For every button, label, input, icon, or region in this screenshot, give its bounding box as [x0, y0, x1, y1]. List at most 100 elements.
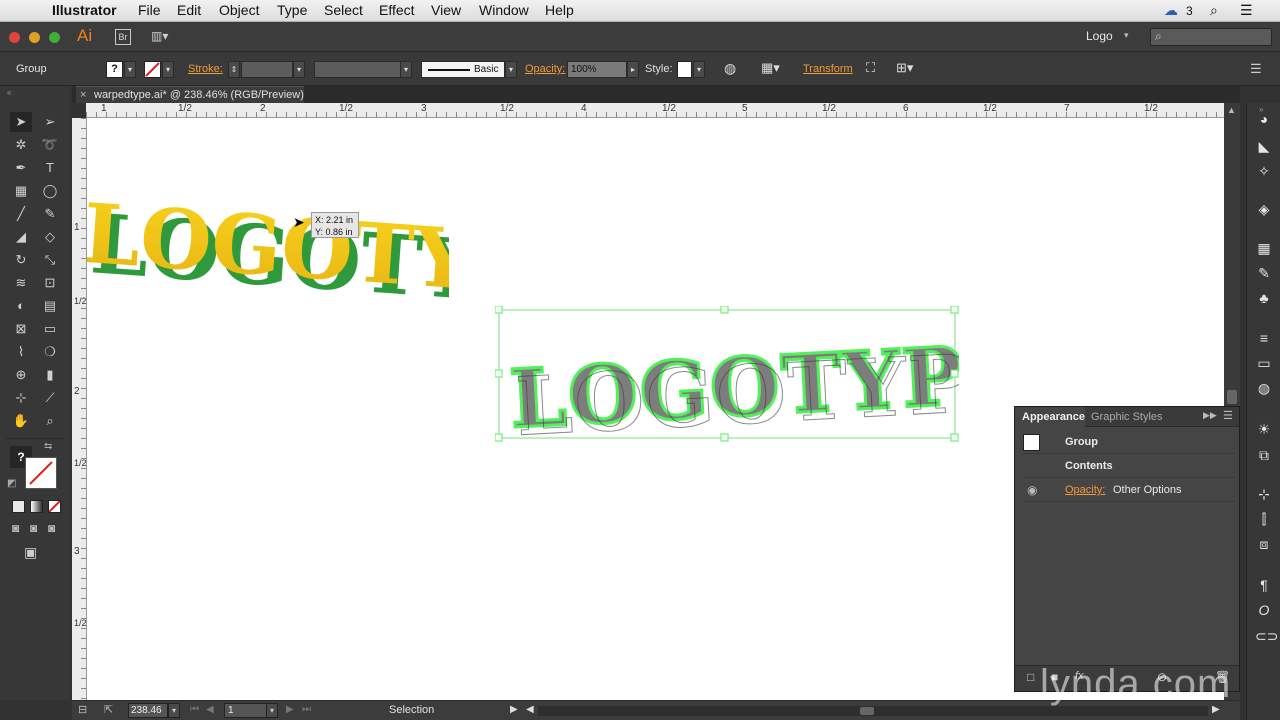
- free-transform-tool-icon[interactable]: ⊡: [39, 273, 61, 293]
- collapse-panel-icon[interactable]: «: [7, 88, 11, 97]
- eyedropper-tool-icon[interactable]: ⌇: [10, 342, 32, 362]
- paragraph-icon[interactable]: ¶: [1255, 576, 1273, 594]
- direct-selection-tool-icon[interactable]: ➢: [39, 112, 61, 132]
- variable-width-dropdown[interactable]: ▾: [400, 61, 412, 78]
- artboard-tool-icon[interactable]: ⊹: [10, 388, 32, 408]
- none-mode-icon[interactable]: [48, 500, 61, 513]
- next-artboard-icon[interactable]: ▶: [286, 704, 294, 715]
- draw-behind-icon[interactable]: ◙: [30, 521, 37, 535]
- draw-normal-icon[interactable]: ◙: [12, 521, 19, 535]
- grid-tool-icon[interactable]: ▦: [10, 181, 32, 201]
- slice-tool-icon[interactable]: ⟋: [39, 388, 61, 408]
- stroke-panel-icon[interactable]: ≡: [1255, 329, 1273, 347]
- opacity-label[interactable]: Opacity:: [525, 63, 565, 75]
- menu-edit[interactable]: Edit: [177, 2, 201, 18]
- layers-icon[interactable]: ◈: [1255, 200, 1273, 218]
- selected-logotype-group[interactable]: LOGOTYPE LOGOTYPE: [495, 306, 959, 442]
- color-panel-icon[interactable]: ◕: [1255, 110, 1273, 128]
- pathfinder-icon[interactable]: ⧈: [1255, 535, 1273, 553]
- recolor-artwork-icon[interactable]: ◍: [724, 60, 736, 77]
- stroke-swatch-dropdown[interactable]: ▾: [162, 61, 174, 78]
- paintbrush-tool-icon[interactable]: ╱: [10, 204, 32, 224]
- gradient-tool-icon[interactable]: ▭: [39, 319, 61, 339]
- tab-graphic-styles[interactable]: Graphic Styles: [1091, 411, 1163, 423]
- appearance-row-opacity[interactable]: ◉ Opacity: Other Options: [1023, 479, 1235, 502]
- handle-middle-left[interactable]: [495, 369, 503, 378]
- logotype-artwork[interactable]: LOGOTYPE LOGOTYPE: [87, 166, 449, 326]
- handle-top-right[interactable]: [950, 306, 959, 314]
- horizontal-scroll-thumb[interactable]: [860, 707, 874, 715]
- appearance-row-contents[interactable]: Contents: [1023, 455, 1235, 478]
- zoom-dropdown[interactable]: ▾: [168, 703, 180, 718]
- opacity-dropdown[interactable]: ▸: [627, 61, 639, 78]
- visibility-eye-icon[interactable]: ◉: [1027, 479, 1037, 502]
- fill-dropdown[interactable]: ▾: [124, 61, 136, 78]
- symbols-icon[interactable]: ♣: [1255, 289, 1273, 307]
- ellipse-tool-icon[interactable]: ◯: [39, 181, 61, 201]
- magic-wand-tool-icon[interactable]: ✲: [10, 135, 32, 155]
- transform-link[interactable]: Transform: [803, 63, 853, 75]
- brushes-icon[interactable]: ✎: [1255, 264, 1273, 282]
- column-graph-tool-icon[interactable]: ▮: [39, 365, 61, 385]
- share-icon[interactable]: ⇱: [104, 703, 113, 716]
- search-help-field[interactable]: ⌕: [1150, 28, 1272, 46]
- artboard-number-field[interactable]: 1: [224, 703, 268, 718]
- stroke-weight-dropdown[interactable]: ▾: [293, 61, 305, 78]
- brush-dropdown[interactable]: ▾: [505, 61, 517, 78]
- mesh-tool-icon[interactable]: ⊠: [10, 319, 32, 339]
- zoom-tool-icon[interactable]: ⌕: [39, 411, 61, 431]
- scroll-left-arrow-icon[interactable]: ◀: [526, 704, 534, 715]
- horizontal-scroll-track[interactable]: [538, 706, 1208, 716]
- menu-effect[interactable]: Effect: [379, 2, 415, 18]
- pen-tool-icon[interactable]: ✒: [10, 158, 32, 178]
- zoom-level-field[interactable]: 238.46: [128, 703, 168, 718]
- minimize-window-button[interactable]: [29, 32, 40, 43]
- spotlight-search-icon[interactable]: ⌕: [1210, 2, 1218, 19]
- zoom-window-button[interactable]: [49, 32, 60, 43]
- vertical-ruler[interactable]: 1 1/2 2 1/2 3 1/2: [72, 118, 87, 700]
- appearance-row-group[interactable]: Group: [1023, 431, 1235, 454]
- gpu-preview-icon[interactable]: ⊟: [78, 703, 87, 716]
- graphic-style-dropdown[interactable]: ▾: [693, 61, 705, 78]
- transparency-panel-icon[interactable]: ◍: [1255, 379, 1273, 397]
- handle-bottom-center[interactable]: [720, 433, 729, 442]
- swatches-icon[interactable]: ▦: [1255, 239, 1273, 257]
- blend-tool-icon[interactable]: ❍: [39, 342, 61, 362]
- align-panel-icon[interactable]: ⫿: [1255, 510, 1273, 528]
- panel-menu-icon[interactable]: ☰: [1223, 409, 1233, 422]
- stroke-label[interactable]: Stroke:: [188, 63, 223, 75]
- gradient-panel-icon[interactable]: ▭: [1255, 354, 1273, 372]
- lasso-tool-icon[interactable]: ➰: [39, 135, 61, 155]
- menu-app[interactable]: Illustrator: [52, 2, 117, 18]
- transform-panel-icon[interactable]: ⊹: [1255, 485, 1273, 503]
- expand-panel-icon[interactable]: ▶▶: [1203, 410, 1217, 421]
- bridge-button[interactable]: Br: [115, 29, 131, 45]
- color-guide-icon[interactable]: ◣: [1255, 137, 1273, 155]
- first-artboard-icon[interactable]: ⏮: [190, 704, 199, 715]
- pencil-tool-icon[interactable]: ✎: [39, 204, 61, 224]
- rotate-tool-icon[interactable]: ↻: [10, 250, 32, 270]
- close-tab-button[interactable]: ×: [80, 87, 86, 103]
- notification-list-icon[interactable]: ☰: [1240, 2, 1253, 19]
- handle-bottom-left[interactable]: [495, 433, 503, 442]
- creative-cloud-icon[interactable]: ☁: [1164, 2, 1178, 19]
- opentype-icon[interactable]: O: [1255, 601, 1273, 619]
- fill-swatch[interactable]: ?: [106, 61, 123, 78]
- arrange-options-icon[interactable]: ⊞▾: [896, 60, 913, 76]
- close-window-button[interactable]: [9, 32, 20, 43]
- stroke-none-swatch[interactable]: [25, 457, 57, 489]
- navigator-icon[interactable]: ✧: [1255, 162, 1273, 180]
- opacity-field[interactable]: 100%: [567, 61, 627, 78]
- vertical-scroll-thumb[interactable]: [1227, 390, 1237, 404]
- artboard-dropdown[interactable]: ▾: [266, 703, 278, 718]
- menu-file[interactable]: File: [138, 2, 161, 18]
- menu-select[interactable]: Select: [324, 2, 363, 18]
- opacity-link[interactable]: Opacity:: [1065, 479, 1105, 502]
- menu-help[interactable]: Help: [545, 2, 574, 18]
- horizontal-ruler[interactable]: 1 1/2 2 1/2 3 1/2 4 1/2 5 1/2 6 1/2 7 1/…: [86, 103, 1224, 118]
- chevron-down-icon[interactable]: ▾: [1124, 30, 1129, 41]
- brush-definition[interactable]: Basic: [421, 61, 505, 78]
- arrange-documents-icon[interactable]: ▥▾: [151, 29, 179, 45]
- isolate-group-icon[interactable]: ⛶: [866, 60, 875, 76]
- blob-brush-tool-icon[interactable]: ◢: [10, 227, 32, 247]
